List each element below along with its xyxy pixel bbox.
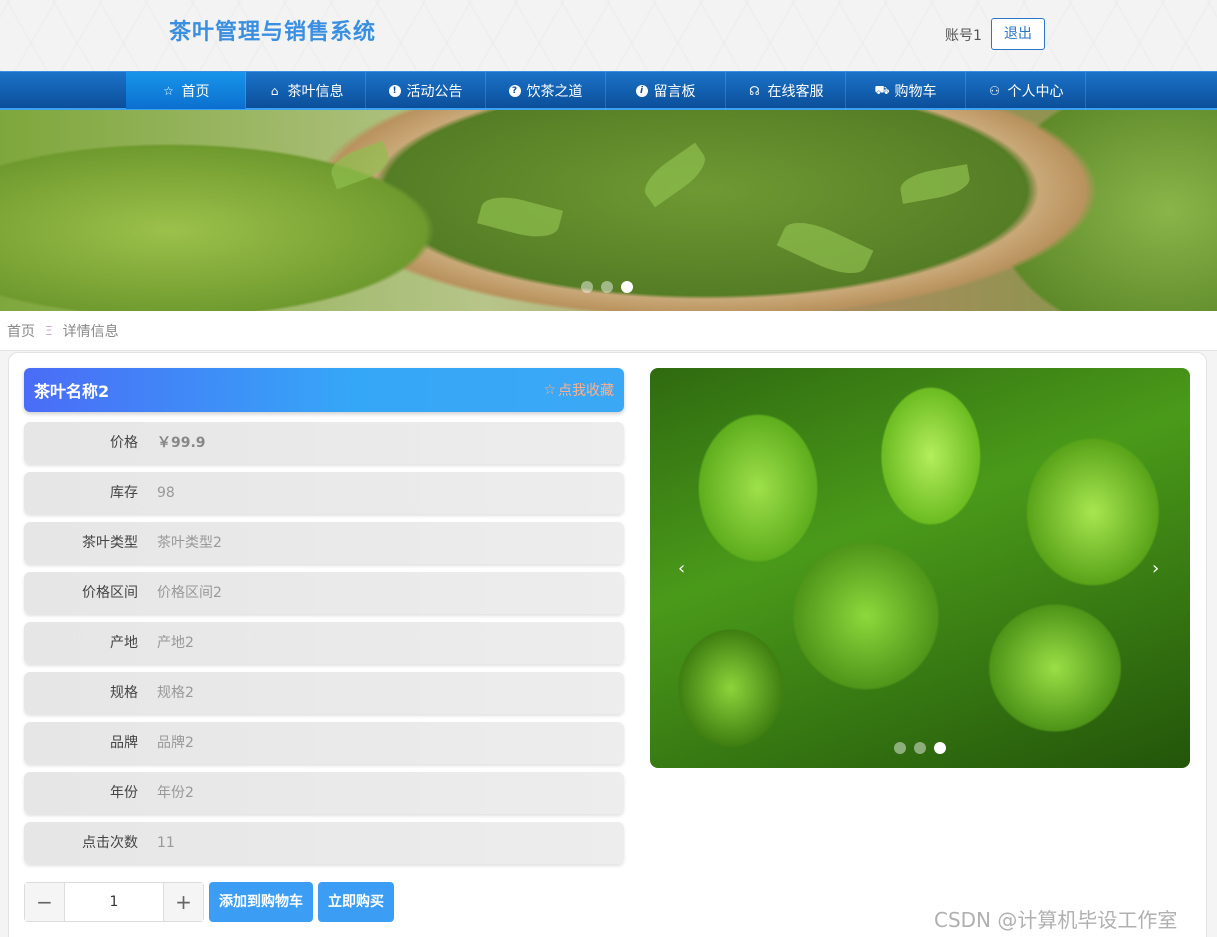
site-title: 茶叶管理与销售系统 xyxy=(169,20,377,45)
product-title-bar: 茶叶名称2 ☆ 点我收藏 xyxy=(24,368,624,412)
nav-item-announcements[interactable]: ! 活动公告 xyxy=(366,72,486,109)
field-label: 品牌 xyxy=(110,735,138,751)
buy-now-button[interactable]: 立即购买 xyxy=(318,882,394,922)
breadcrumb-separator-icon: Ξ xyxy=(45,323,53,338)
user-icon: ⚇ xyxy=(989,83,1000,98)
field-value: 产地2 xyxy=(157,635,194,651)
field-label: 年份 xyxy=(110,785,138,801)
field-row-brand: 品牌 品牌2 xyxy=(24,722,624,764)
product-image-carousel: ‹ › xyxy=(650,368,1190,768)
banner-leaf xyxy=(476,190,564,244)
breadcrumb: 首页 Ξ 详情信息 xyxy=(0,311,1217,351)
nav-item-customer-service[interactable]: ☊ 在线客服 xyxy=(726,72,846,109)
field-value: 品牌2 xyxy=(157,735,194,751)
nav-item-label: 茶叶信息 xyxy=(287,83,344,100)
nav-item-label: 个人中心 xyxy=(1007,83,1064,100)
banner-leaf xyxy=(898,164,972,204)
product-name: 茶叶名称2 xyxy=(34,382,110,401)
field-label: 价格区间 xyxy=(82,585,138,601)
nav-item-label: 留言板 xyxy=(653,83,696,100)
favorite-label: 点我收藏 xyxy=(558,383,614,399)
account-name: 账号1 xyxy=(945,28,982,44)
nav-item-label: 饮茶之道 xyxy=(526,83,583,100)
add-to-cart-button[interactable]: 添加到购物车 xyxy=(209,882,313,922)
nav-item-profile[interactable]: ⚇ 个人中心 xyxy=(966,72,1086,109)
nav-item-label: 购物车 xyxy=(894,83,937,100)
main-nav: ☆ 首页 ⌂ 茶叶信息 ! 活动公告 ? 饮茶之道 i 留言板 ☊ 在线客服 ⛟… xyxy=(0,71,1217,110)
headset-icon: ☊ xyxy=(749,83,760,98)
breadcrumb-current: 详情信息 xyxy=(62,323,119,340)
cart-icon: ⛟ xyxy=(874,82,890,97)
field-value: 11 xyxy=(157,835,175,851)
field-label: 点击次数 xyxy=(82,835,138,851)
carousel-indicators xyxy=(894,742,946,754)
quantity-input[interactable]: 1 xyxy=(65,883,163,921)
quantity-stepper: − 1 + xyxy=(24,882,204,922)
field-label: 茶叶类型 xyxy=(82,535,138,551)
field-value: 规格2 xyxy=(157,685,194,701)
nav-item-tea-culture[interactable]: ? 饮茶之道 xyxy=(486,72,606,109)
banner-dot[interactable] xyxy=(601,281,613,293)
carousel-dot[interactable] xyxy=(894,742,906,754)
nav-item-message-board[interactable]: i 留言板 xyxy=(606,72,726,109)
carousel-next-arrow-icon[interactable]: › xyxy=(1152,558,1159,579)
bag-icon: ⌂ xyxy=(270,83,279,98)
carousel-dot-active[interactable] xyxy=(934,742,946,754)
nav-item-label: 首页 xyxy=(181,83,210,100)
increment-button[interactable]: + xyxy=(163,883,203,921)
nav-item-label: 在线客服 xyxy=(767,83,824,100)
field-row-price: 价格 ￥99.9 xyxy=(24,422,624,464)
nav-item-label: 活动公告 xyxy=(406,83,463,100)
watermark: CSDN @计算机毕设工作室 xyxy=(934,908,1178,932)
field-label: 产地 xyxy=(110,635,138,651)
banner-dot-active[interactable] xyxy=(621,281,633,293)
nav-item-tea-info[interactable]: ⌂ 茶叶信息 xyxy=(246,72,366,109)
breadcrumb-home[interactable]: 首页 xyxy=(7,321,35,341)
field-label: 价格 xyxy=(110,435,138,451)
field-label: 库存 xyxy=(110,485,138,501)
logout-button[interactable]: 退出 xyxy=(991,18,1045,50)
header: 茶叶管理与销售系统 账号1 退出 xyxy=(0,0,1217,71)
banner-indicators xyxy=(581,281,633,293)
nav-item-home[interactable]: ☆ 首页 xyxy=(126,72,246,109)
favorite-button[interactable]: ☆ 点我收藏 xyxy=(543,380,614,400)
nav-item-cart[interactable]: ⛟ 购物车 xyxy=(846,72,966,109)
banner-dot[interactable] xyxy=(581,281,593,293)
field-row-stock: 库存 98 xyxy=(24,472,624,514)
field-row-origin: 产地 产地2 xyxy=(24,622,624,664)
field-value: 年份2 xyxy=(157,785,194,801)
banner-leaf xyxy=(326,140,394,190)
carousel-prev-arrow-icon[interactable]: ‹ xyxy=(678,558,685,579)
field-value: 茶叶类型2 xyxy=(157,535,222,551)
info-icon: i xyxy=(635,84,648,97)
banner-leaf xyxy=(637,142,713,208)
field-row-tea-type: 茶叶类型 茶叶类型2 xyxy=(24,522,624,564)
field-value: 98 xyxy=(157,485,175,501)
field-value: 价格区间2 xyxy=(157,585,222,601)
banner-leaf xyxy=(776,212,874,284)
field-row-price-range: 价格区间 价格区间2 xyxy=(24,572,624,614)
field-row-spec: 规格 规格2 xyxy=(24,672,624,714)
banner-carousel xyxy=(0,110,1217,311)
decrement-button[interactable]: − xyxy=(25,883,65,921)
star-outline-icon: ☆ xyxy=(543,382,556,398)
field-value: ￥99.9 xyxy=(157,435,206,451)
field-row-clicks: 点击次数 11 xyxy=(24,822,624,864)
star-icon: ☆ xyxy=(163,83,174,98)
field-label: 规格 xyxy=(110,685,138,701)
carousel-dot[interactable] xyxy=(914,742,926,754)
alert-icon: ! xyxy=(388,84,401,97)
question-icon: ? xyxy=(508,84,521,97)
field-row-year: 年份 年份2 xyxy=(24,772,624,814)
